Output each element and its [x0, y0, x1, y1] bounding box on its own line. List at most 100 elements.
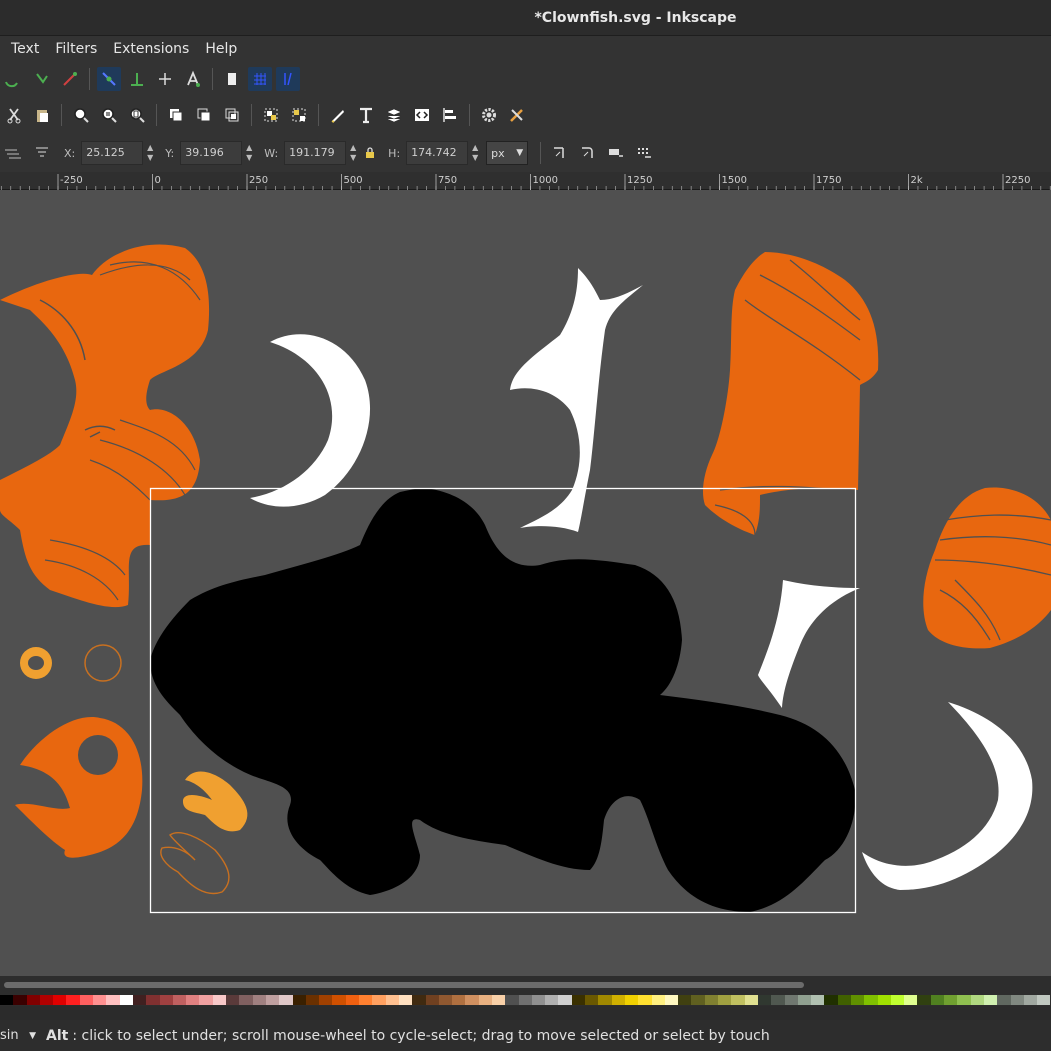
color-swatch[interactable]	[359, 995, 373, 1005]
color-swatch[interactable]	[146, 995, 160, 1005]
document-properties-icon[interactable]	[505, 103, 529, 127]
color-swatch[interactable]	[478, 995, 492, 1005]
white-stripe-left[interactable]	[250, 334, 371, 507]
layer-select[interactable]: sin ▼	[0, 1024, 40, 1048]
color-swatch[interactable]	[199, 995, 213, 1005]
horizontal-scrollbar[interactable]	[0, 976, 1051, 994]
mouth-shape[interactable]	[182, 771, 248, 832]
scale-corners-icon[interactable]	[576, 141, 600, 165]
color-swatch[interactable]	[305, 995, 320, 1005]
eye-outline-shape[interactable]	[84, 644, 122, 682]
menu-extensions[interactable]: Extensions	[105, 41, 197, 57]
color-swatch[interactable]	[904, 995, 918, 1005]
color-swatch[interactable]	[452, 995, 466, 1005]
layers-icon[interactable]	[382, 103, 406, 127]
color-swatch[interactable]	[757, 995, 772, 1005]
color-swatch[interactable]	[518, 995, 532, 1005]
color-swatch[interactable]	[585, 995, 599, 1005]
color-swatch[interactable]	[704, 995, 719, 1005]
w-input[interactable]: 191.179	[284, 141, 347, 165]
color-swatch[interactable]	[425, 995, 439, 1005]
color-swatch[interactable]	[531, 995, 546, 1005]
color-swatch[interactable]	[624, 995, 639, 1005]
node-snap-icon[interactable]	[97, 67, 121, 91]
paste-icon[interactable]	[30, 103, 54, 127]
color-swatch[interactable]	[638, 995, 652, 1005]
move-gradients-icon[interactable]	[604, 141, 628, 165]
guide-icon[interactable]	[153, 67, 177, 91]
color-swatch[interactable]	[186, 995, 200, 1005]
color-swatch[interactable]	[438, 995, 453, 1005]
bbox-icon[interactable]	[125, 67, 149, 91]
h-spinner[interactable]: ▲ ▼	[468, 141, 482, 165]
color-swatch[interactable]	[797, 995, 812, 1005]
color-swatch[interactable]	[53, 995, 67, 1005]
h-input[interactable]: 174.742	[406, 141, 469, 165]
move-patterns-icon[interactable]	[632, 141, 656, 165]
lower-icon[interactable]	[30, 141, 54, 165]
fill-stroke-icon[interactable]	[326, 103, 350, 127]
zoom-icon[interactable]	[69, 103, 93, 127]
color-swatch[interactable]	[66, 995, 80, 1005]
color-swatch[interactable]	[851, 995, 865, 1005]
color-swatch[interactable]	[917, 995, 931, 1005]
w-spinner[interactable]: ▲ ▼	[346, 141, 360, 165]
color-swatch[interactable]	[691, 995, 705, 1005]
white-stripe-middle[interactable]	[510, 268, 643, 532]
color-swatch[interactable]	[890, 995, 905, 1005]
duplicate-icon[interactable]	[164, 103, 188, 127]
color-swatch[interactable]	[292, 995, 306, 1005]
color-palette[interactable]	[0, 994, 1051, 1006]
mouth-outline-shape[interactable]	[160, 832, 230, 895]
cut-icon[interactable]	[2, 103, 26, 127]
lock-icon[interactable]	[362, 141, 378, 165]
zoom-page-icon[interactable]	[125, 103, 149, 127]
color-swatch[interactable]	[319, 995, 333, 1005]
xml-editor-icon[interactable]	[410, 103, 434, 127]
color-swatch[interactable]	[558, 995, 572, 1005]
drawing-canvas[interactable]	[0, 190, 1051, 976]
align-icon[interactable]	[438, 103, 462, 127]
grid-icon[interactable]	[248, 67, 272, 91]
scrollbar-thumb[interactable]	[4, 982, 804, 988]
color-swatch[interactable]	[385, 995, 399, 1005]
unlink-icon[interactable]	[220, 103, 244, 127]
color-swatch[interactable]	[132, 995, 147, 1005]
color-swatch[interactable]	[1010, 995, 1024, 1005]
pen-icon[interactable]	[58, 67, 82, 91]
color-swatch[interactable]	[332, 995, 346, 1005]
undo-path-icon[interactable]	[30, 67, 54, 91]
y-input[interactable]: 39.196	[180, 141, 243, 165]
color-swatch[interactable]	[226, 995, 240, 1005]
color-swatch[interactable]	[837, 995, 851, 1005]
color-swatch[interactable]	[398, 995, 413, 1005]
color-swatch[interactable]	[13, 995, 27, 1005]
zoom-drawing-icon[interactable]	[97, 103, 121, 127]
preferences-icon[interactable]	[477, 103, 501, 127]
color-swatch[interactable]	[279, 995, 293, 1005]
horizontal-ruler[interactable]: -250 0 250 500 750 1000 1250 1500 1750 2k 2250	[0, 172, 1051, 190]
color-swatch[interactable]	[93, 995, 107, 1005]
color-swatch[interactable]	[239, 995, 253, 1005]
color-swatch[interactable]	[678, 995, 692, 1005]
color-swatch[interactable]	[598, 995, 612, 1005]
scale-stroke-icon[interactable]	[548, 141, 572, 165]
menu-help[interactable]: Help	[197, 41, 245, 57]
color-swatch[interactable]	[970, 995, 984, 1005]
white-stripe-right-large[interactable]	[862, 702, 1033, 890]
color-swatch[interactable]	[212, 995, 227, 1005]
text-snap-icon[interactable]	[181, 67, 205, 91]
color-swatch[interactable]	[465, 995, 479, 1005]
color-swatch[interactable]	[930, 995, 945, 1005]
unit-select[interactable]: px ▼	[486, 141, 529, 165]
x-input[interactable]: 25.125	[81, 141, 144, 165]
color-swatch[interactable]	[731, 995, 745, 1005]
orange-dorsal-fin[interactable]	[702, 252, 879, 535]
guides-icon[interactable]	[276, 67, 300, 91]
transform-icon[interactable]	[2, 141, 26, 165]
color-swatch[interactable]	[957, 995, 971, 1005]
color-swatch[interactable]	[345, 995, 360, 1005]
color-swatch[interactable]	[1023, 995, 1038, 1005]
color-swatch[interactable]	[119, 995, 133, 1005]
color-swatch[interactable]	[983, 995, 998, 1005]
